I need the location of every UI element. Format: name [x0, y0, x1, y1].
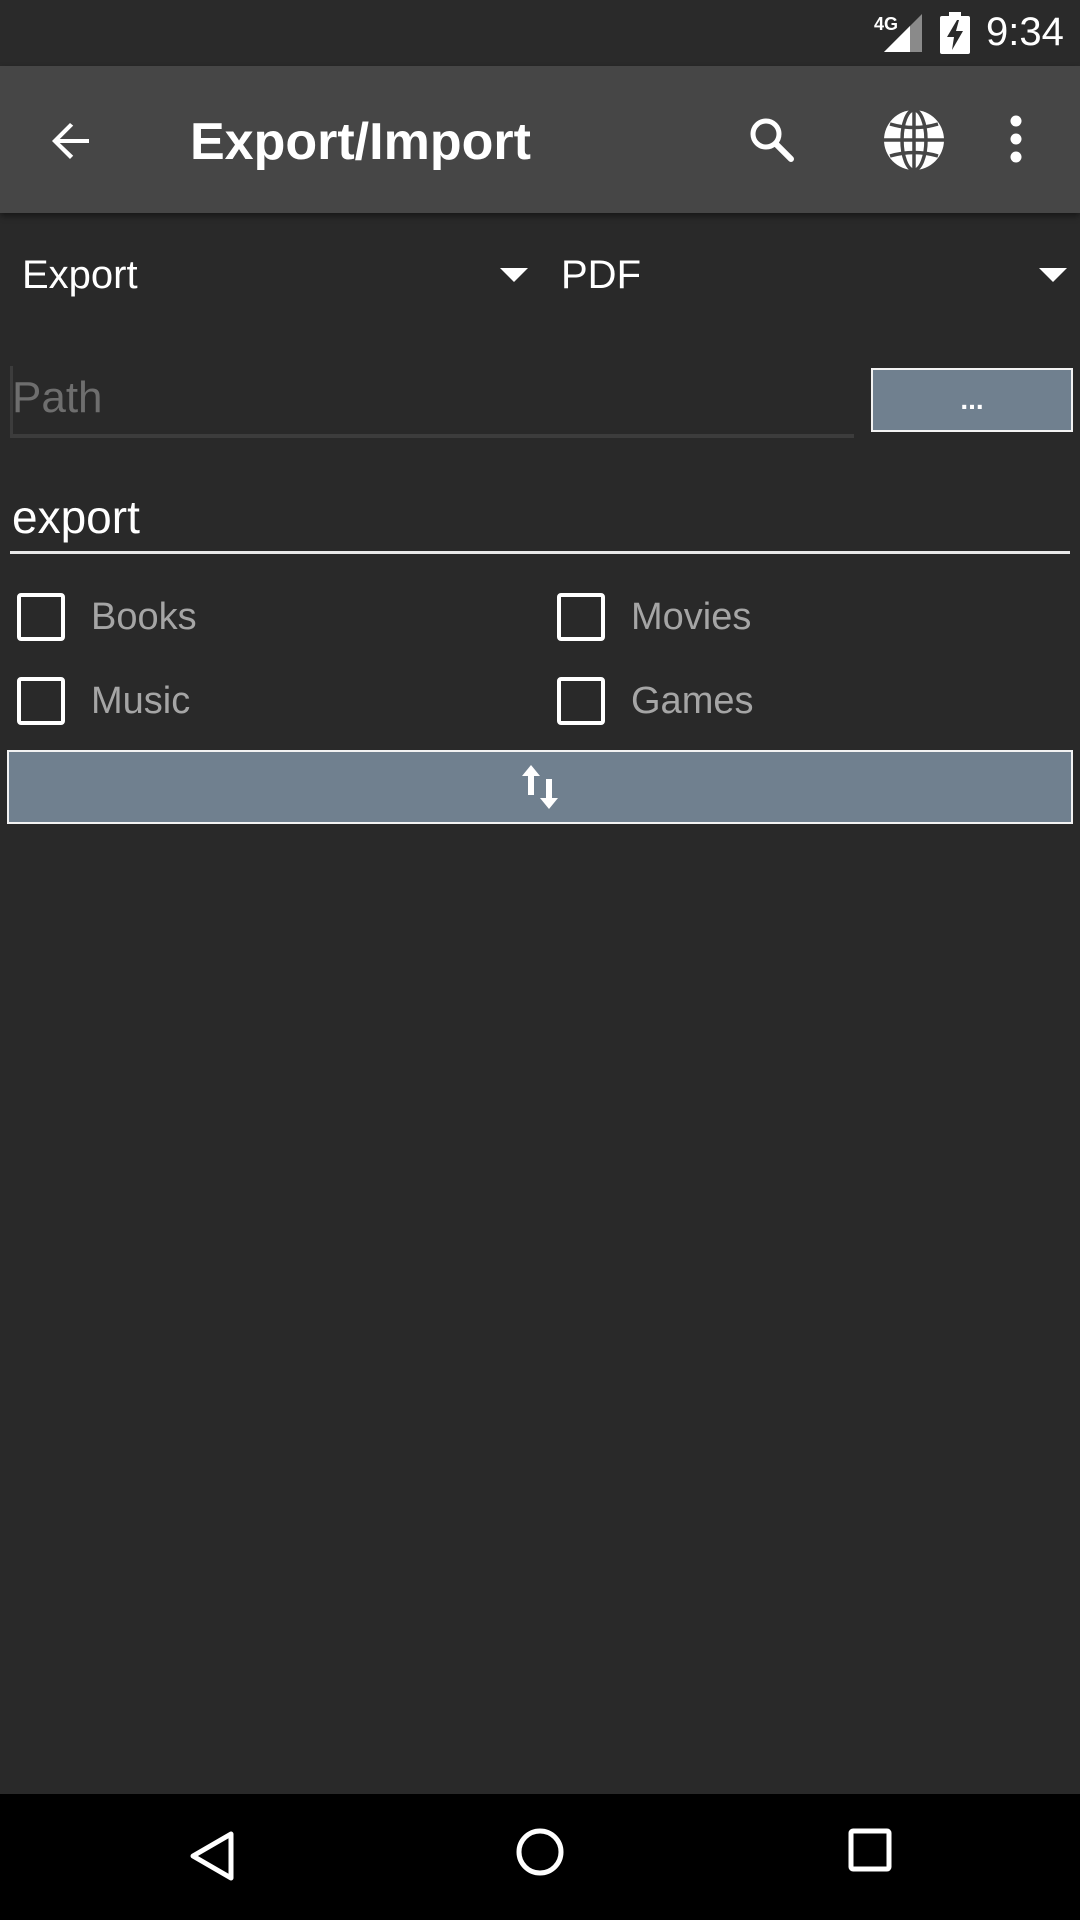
- page-title: Export/Import: [190, 113, 531, 171]
- filename-input[interactable]: [10, 482, 1070, 554]
- dropdown-arrow-icon: [500, 268, 528, 282]
- back-button[interactable]: [36, 106, 106, 176]
- nav-home-icon: [516, 1828, 564, 1876]
- movies-checkbox[interactable]: Movies: [557, 585, 751, 649]
- overflow-menu-button[interactable]: [1000, 104, 1032, 174]
- checkbox-label-music: Music: [91, 679, 191, 722]
- dropdown-arrow-icon: [1039, 268, 1067, 282]
- checkbox-label-games: Games: [631, 679, 754, 722]
- search-icon: [750, 118, 794, 162]
- path-input[interactable]: [10, 362, 854, 438]
- mode-spinner-value: Export: [22, 252, 138, 297]
- checkbox-label-books: Books: [91, 595, 197, 638]
- more-vert-icon: [1010, 115, 1022, 163]
- nav-back-icon: [190, 1831, 234, 1881]
- checkbox-box[interactable]: [17, 677, 65, 725]
- nav-recent-button[interactable]: [846, 1826, 894, 1874]
- system-nav-bar: [0, 1794, 1080, 1920]
- games-checkbox[interactable]: Games: [557, 669, 753, 733]
- checkbox-box[interactable]: [557, 677, 605, 725]
- clock: 9:34: [986, 10, 1064, 54]
- search-button[interactable]: [736, 104, 806, 174]
- checkbox-label-movies: Movies: [631, 595, 752, 638]
- format-spinner-value: PDF: [561, 252, 641, 297]
- nav-home-button[interactable]: [514, 1826, 566, 1878]
- browse-path-button[interactable]: ...: [871, 368, 1073, 432]
- nav-back-button[interactable]: [184, 1826, 238, 1886]
- text-cursor: [10, 366, 13, 436]
- signal-icon: [884, 14, 922, 52]
- books-checkbox[interactable]: Books: [17, 585, 197, 649]
- music-checkbox[interactable]: Music: [17, 669, 190, 733]
- mode-spinner[interactable]: Export: [22, 240, 532, 310]
- language-button[interactable]: [876, 102, 952, 178]
- status-bar: 4G 9:34: [0, 0, 1080, 66]
- nav-recent-icon: [848, 1828, 892, 1872]
- back-arrow-icon: [52, 123, 89, 159]
- export-import-screen: 4G 9:34 Export/Import Export PDF Path ..…: [0, 0, 1080, 1920]
- checkbox-box[interactable]: [17, 593, 65, 641]
- globe-icon: [884, 108, 944, 172]
- battery-charging-icon: [940, 12, 970, 54]
- checkbox-box[interactable]: [557, 593, 605, 641]
- format-spinner[interactable]: PDF: [561, 240, 1077, 310]
- export-import-action-button[interactable]: [7, 750, 1073, 824]
- app-bar: Export/Import: [0, 66, 1080, 213]
- swap-vert-icon: [522, 765, 558, 809]
